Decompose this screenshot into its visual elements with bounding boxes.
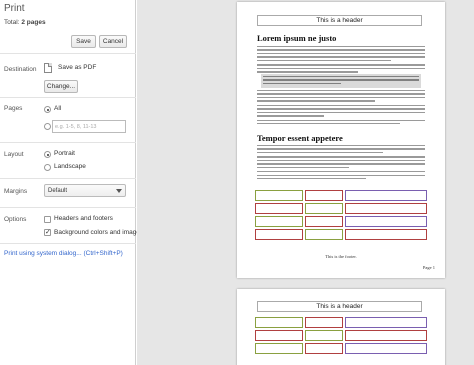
divider [0,53,136,54]
destination-label: Destination [4,66,37,73]
total-pages: Total: 2 pages [4,19,46,26]
portrait-radio[interactable] [44,151,51,158]
page-header: This is a header [257,15,422,26]
page-header: This is a header [257,301,422,312]
dialog-title: Print [4,3,25,14]
pages-all-radio[interactable] [44,106,51,113]
page-number: Page 1 [422,265,435,270]
background-graphics-label: Background colors and images [54,229,144,236]
preview-paragraph [257,90,425,126]
total-value: 2 pages [21,19,46,26]
preview-page-2: This is a header [237,289,445,365]
divider [0,178,136,179]
divider [0,243,136,244]
preview-paragraph [257,145,425,181]
preview-heading-1: Lorem ipsum ne justo [257,33,337,43]
background-graphics-checkbox[interactable] [44,228,51,236]
headers-footers-checkbox[interactable] [44,216,51,223]
portrait-label: Portrait [54,150,75,157]
system-dialog-link[interactable]: Print using system dialog... (Ctrl+Shift… [4,250,123,257]
margins-select[interactable]: Default [44,184,126,197]
landscape-radio[interactable] [44,164,51,171]
pages-all-label: All [54,105,62,112]
headers-footers-label: Headers and footers [54,215,113,222]
chevron-down-icon [116,189,122,193]
margins-value: Default [48,187,68,194]
cancel-button[interactable]: Cancel [99,35,127,48]
pdf-icon [44,63,52,73]
change-destination-button[interactable]: Change... [44,80,78,93]
landscape-label: Landscape [54,163,86,170]
pages-range-radio[interactable] [44,123,51,130]
total-label: Total: [4,19,20,26]
preview-page-1: This is a header Lorem ipsum ne justo Te… [237,2,445,278]
divider [0,97,136,98]
save-button[interactable]: Save [71,35,96,48]
print-settings-panel: Print Total: 2 pages Save Cancel Destina… [0,0,143,365]
page-footer: This is the footer. [325,254,357,259]
divider [0,207,136,208]
destination-value: Save as PDF [58,64,97,71]
preview-heading-2: Tempor essent appetere [257,133,343,143]
margins-label: Margins [4,188,28,195]
print-preview-area[interactable]: This is a header Lorem ipsum ne justo Te… [137,0,474,365]
preview-paragraph [257,46,425,75]
divider [0,142,136,143]
pages-label: Pages [4,105,23,112]
page-range-input[interactable]: e.g. 1-5, 8, 11-13 [52,120,126,133]
preview-quote-box [261,74,421,88]
layout-label: Layout [4,151,24,158]
options-label: Options [4,216,27,223]
preview-table [255,190,427,242]
preview-table [255,317,427,356]
